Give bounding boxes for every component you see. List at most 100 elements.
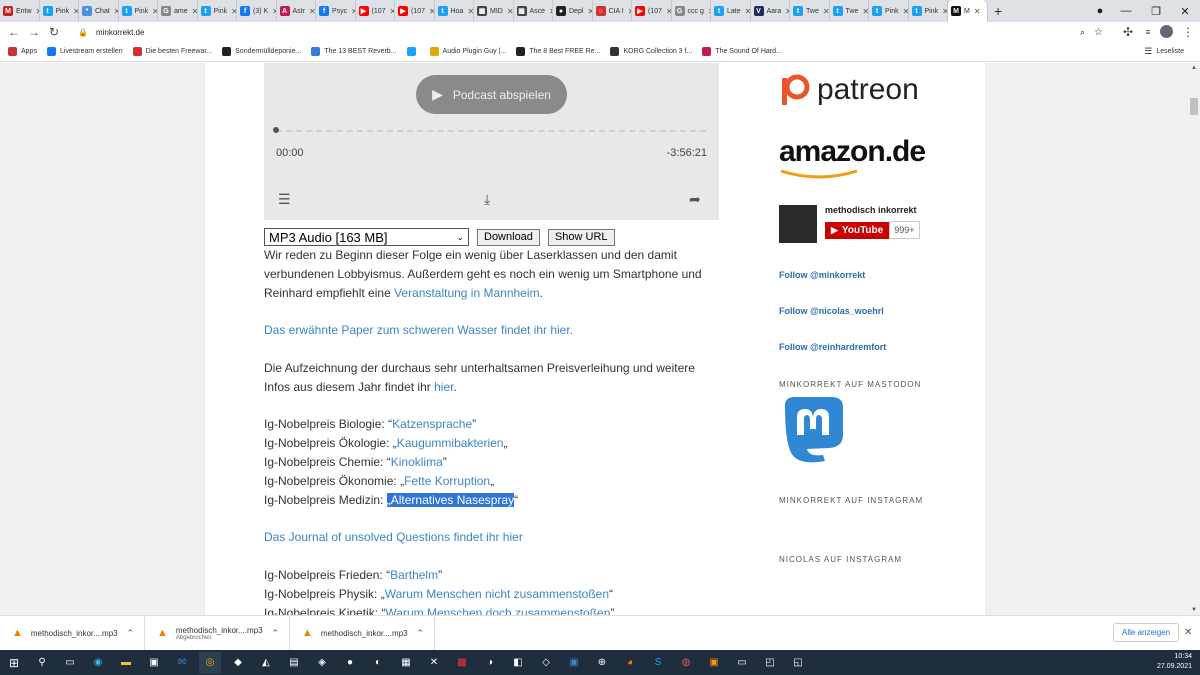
prize-link[interactable]: Alternatives Nasespray (391, 493, 514, 507)
progress-track[interactable] (276, 130, 706, 132)
tab-6[interactable]: f(3) K✕ (237, 0, 277, 22)
system-clock[interactable]: 10:34 27.09.2021 (1157, 652, 1192, 672)
tab-7[interactable]: A Astr ✕ (277, 0, 316, 22)
tab-0[interactable]: MEntw✕ (0, 0, 40, 22)
prize-link[interactable]: Katzensprache (392, 417, 472, 431)
show-url-button[interactable]: Show URL (547, 228, 615, 246)
firefox-icon[interactable]: ◕ (619, 652, 641, 674)
app-icon-1[interactable]: ◆ (227, 652, 249, 674)
share-icon[interactable]: ➦ (689, 191, 701, 208)
tab-close-icon[interactable]: ✕ (862, 7, 868, 16)
tab-13[interactable]: ▦Asce✕ (514, 0, 553, 22)
menu-icon[interactable]: ⋮ (1178, 22, 1198, 42)
reload-button[interactable]: ↻ (44, 22, 64, 42)
show-all-downloads-button[interactable]: Alle anzeigen (1113, 623, 1180, 642)
play-podcast-button[interactable]: ▶ Podcast abspielen (416, 75, 567, 114)
star-icon[interactable]: ☆ (1094, 27, 1103, 38)
bookmark-1[interactable]: Livestream erstellen (46, 47, 123, 56)
scroll-up-icon[interactable]: ▲ (1191, 65, 1197, 71)
mail-icon[interactable]: ✉ (171, 652, 193, 674)
tab-close-icon[interactable]: ✕ (309, 7, 315, 16)
skype-icon[interactable]: S (647, 652, 669, 674)
scroll-down-icon[interactable]: ▼ (1191, 607, 1197, 613)
download-button[interactable]: Download (477, 228, 540, 246)
prize-link[interactable]: Barthelm (390, 568, 438, 582)
app-icon-3[interactable]: ▤ (283, 652, 305, 674)
app-icon-10[interactable]: ◑ (479, 652, 501, 674)
back-button[interactable]: ← (4, 22, 24, 42)
bookmark-2[interactable]: Die besten Freewar... (132, 47, 212, 56)
bookmark-6[interactable]: Audio Plugin Guy |... (429, 47, 506, 56)
journal-link[interactable]: Das Journal of unsolved Questions findet… (264, 530, 523, 544)
follow-minkorrekt-link[interactable]: Follow @minkorrekt (779, 270, 865, 280)
channel-thumbnail[interactable] (779, 205, 817, 243)
bookmark-9[interactable]: The Sound Of Hard... (702, 47, 782, 56)
chapters-icon[interactable]: ☰ (278, 191, 291, 208)
app-icon-15[interactable]: ◍ (675, 652, 697, 674)
app-icon-9[interactable]: ▩ (451, 652, 473, 674)
download-item[interactable]: ▲ methodisch_inkor....mp3 ⌃ (0, 615, 145, 651)
chevron-up-icon[interactable]: ⌃ (271, 628, 279, 639)
tab-23[interactable]: tPink✕ (909, 0, 948, 22)
app-icon-6[interactable]: ◐ (367, 652, 389, 674)
tab-14[interactable]: ●Depl✕ (553, 0, 593, 22)
minimize-button[interactable]: — (1111, 0, 1141, 22)
close-shelf-icon[interactable]: ✕ (1184, 627, 1192, 638)
app-icon-13[interactable]: ▣ (563, 652, 585, 674)
app-icon-8[interactable]: ✕ (423, 652, 445, 674)
bookmark-3[interactable]: Sondermülldeponie... (222, 47, 301, 56)
tab-4[interactable]: Game✕ (158, 0, 198, 22)
page-scrollbar[interactable]: ▲ ▼ (1188, 63, 1200, 615)
reading-list[interactable]: ☰ Leseliste (1144, 46, 1184, 57)
tab-close-icon[interactable]: ✕ (467, 7, 473, 16)
new-tab-button[interactable]: + (988, 3, 1008, 19)
app-icon-14[interactable]: ⊕ (591, 652, 613, 674)
app-icon-12[interactable]: ◇ (535, 652, 557, 674)
tab-11[interactable]: t Hoa ✕ (435, 0, 474, 22)
media-icon[interactable]: ≡ (1138, 22, 1158, 42)
forward-button[interactable]: → (24, 22, 44, 42)
scrollbar-thumb[interactable] (1190, 98, 1198, 115)
maximize-button[interactable]: ❐ (1141, 0, 1171, 22)
app-icon-7[interactable]: ▦ (395, 652, 417, 674)
chevron-up-icon[interactable]: ⌃ (416, 628, 424, 639)
progress-knob[interactable] (273, 127, 279, 133)
bookmark-5[interactable] (406, 47, 420, 56)
close-window-button[interactable]: ✕ (1170, 0, 1200, 22)
edge-icon[interactable]: ◉ (87, 652, 109, 674)
tab-19[interactable]: VAara✕ (751, 0, 790, 22)
avatar[interactable] (1160, 25, 1173, 38)
bookmark-4[interactable]: The 13 BEST Reverb... (311, 47, 397, 56)
ceremony-link[interactable]: hier (434, 380, 453, 394)
tab-21[interactable]: t Twe ✕ (830, 0, 869, 22)
event-link[interactable]: Veranstaltung in Mannheim (394, 286, 539, 300)
follow-nicolas-link[interactable]: Follow @nicolas_woehrl (779, 306, 884, 316)
tab-close-icon[interactable]: ✕ (974, 7, 981, 16)
tab-8[interactable]: fPsyc✕ (316, 0, 356, 22)
tab-20[interactable]: t Twe ✕ (790, 0, 830, 22)
windows-start-icon[interactable]: ⊞ (3, 652, 25, 674)
app-icon-18[interactable]: ◰ (759, 652, 781, 674)
tab-17[interactable]: Gccc g✕ (672, 0, 711, 22)
tab-18[interactable]: tLate✕ (711, 0, 751, 22)
prize-link[interactable]: Fette Korruption (404, 474, 490, 488)
follow-reinhard-link[interactable]: Follow @reinhardremfort (779, 342, 886, 352)
extensions-icon[interactable]: ✣ (1118, 22, 1138, 42)
tab-1[interactable]: tPink✕ (40, 0, 79, 22)
format-select[interactable]: MP3 Audio [163 MB] ⌄ (264, 228, 469, 246)
chrome-icon[interactable]: ◎ (199, 651, 221, 674)
app-icon-4[interactable]: ◈ (311, 652, 333, 674)
tab-12[interactable]: ▦ MID ✕ (474, 0, 514, 22)
download-item[interactable]: ▲ methodisch_inkor....mp3 ⌃ (290, 615, 435, 651)
tab-16[interactable]: ▶(107✕ (632, 0, 672, 22)
paper-link[interactable]: Das erwähnte Paper zum schweren Wasser f… (264, 323, 573, 337)
task-view-icon[interactable]: ▭ (59, 652, 81, 674)
app-icon-11[interactable]: ◧ (507, 652, 529, 674)
mastodon-logo[interactable] (779, 395, 847, 469)
tab-close-icon[interactable]: ✕ (823, 7, 829, 16)
chevron-up-icon[interactable]: ⌃ (126, 628, 134, 639)
tab-3[interactable]: tPink✕ (119, 0, 158, 22)
prize-link[interactable]: Warum Menschen nicht zusammenstoßen (385, 587, 609, 601)
app-icon-16[interactable]: ▣ (703, 652, 725, 674)
zoom-icon[interactable]: ⌕ (1080, 27, 1085, 38)
